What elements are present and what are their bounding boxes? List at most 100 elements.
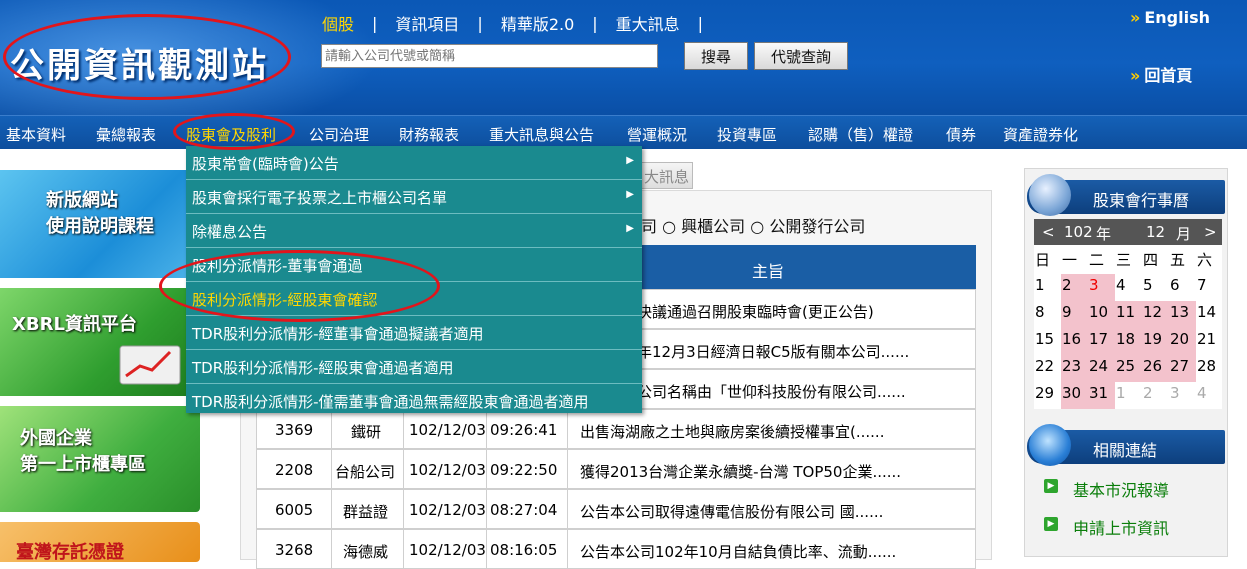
banner-foreign-line1: 外國企業 bbox=[20, 428, 92, 449]
calendar-month[interactable]: 12 bbox=[1146, 223, 1165, 241]
cell-divider bbox=[567, 450, 568, 488]
calendar-day-next-month: 2 bbox=[1143, 384, 1153, 402]
cell-company: 海德威 bbox=[343, 543, 389, 561]
calendar-day[interactable]: 3 bbox=[1088, 274, 1115, 301]
menu-item-ex-rights[interactable]: 除權息公告 ▶ bbox=[186, 214, 642, 248]
search-button[interactable]: 搜尋 bbox=[684, 42, 748, 70]
top-nav-essential[interactable]: 精華版2.0 bbox=[501, 11, 574, 35]
calendar-day-next-month: 1 bbox=[1116, 384, 1126, 402]
calendar-day: 5 bbox=[1143, 276, 1153, 294]
nav-operations[interactable]: 營運概況 bbox=[627, 124, 687, 145]
bullet-arrow-icon: ▶ bbox=[1044, 517, 1058, 531]
calendar-day[interactable]: 19 bbox=[1142, 328, 1169, 355]
cell-company: 群益證 bbox=[343, 503, 389, 521]
banner-tdr-label: 臺灣存託憑證 bbox=[16, 542, 124, 563]
banner-xbrl-platform[interactable]: XBRL資訊平台 bbox=[0, 288, 200, 396]
cell-subject[interactable]: 獲得2013台灣企業永續獎-台灣 TOP50企業...... bbox=[580, 461, 901, 482]
cell-company: 鐵研 bbox=[351, 423, 382, 441]
code-lookup-button[interactable]: 代號查詢 bbox=[754, 42, 848, 70]
calendar-year[interactable]: 102 bbox=[1064, 223, 1093, 241]
browser-e-icon bbox=[1029, 424, 1071, 466]
top-nav-major-news[interactable]: 重大訊息 bbox=[616, 11, 680, 35]
nav-securitization[interactable]: 資產證券化 bbox=[1003, 124, 1078, 145]
banner-tdr[interactable]: 臺灣存託憑證 bbox=[0, 522, 200, 563]
calendar-day[interactable]: 23 bbox=[1061, 355, 1088, 382]
calendar-day[interactable]: 17 bbox=[1088, 328, 1115, 355]
annotation-circle bbox=[173, 113, 295, 150]
cell-divider bbox=[331, 530, 332, 568]
home-link[interactable]: » 回首頁 bbox=[1130, 62, 1192, 86]
calendar-day[interactable]: 11 bbox=[1115, 301, 1142, 328]
banner-new-site-line1: 新版網站 bbox=[46, 190, 118, 211]
calendar-day[interactable]: 27 bbox=[1169, 355, 1196, 382]
calendar-day[interactable]: 24 bbox=[1088, 355, 1115, 382]
radio-label: 興櫃公司 bbox=[681, 217, 746, 236]
calendar-day[interactable]: 26 bbox=[1142, 355, 1169, 382]
cell-divider bbox=[567, 530, 568, 568]
calendar-day[interactable]: 10 bbox=[1088, 301, 1115, 328]
nav-summary-reports[interactable]: 彙總報表 bbox=[96, 124, 156, 145]
cell-divider bbox=[403, 530, 404, 568]
home-label: 回首頁 bbox=[1144, 66, 1193, 85]
radio-otc-emerging[interactable]: ○ 興櫃公司 bbox=[662, 217, 745, 236]
menu-item-evoting-list[interactable]: 股東會採行電子投票之上市櫃公司名單 ▶ bbox=[186, 180, 642, 214]
menu-item-tdr-shareholders[interactable]: TDR股利分派情形-經股東會通過者適用 bbox=[186, 350, 642, 384]
nav-major-news[interactable]: 重大訊息與公告 bbox=[489, 124, 594, 145]
separator: | bbox=[372, 13, 378, 33]
calendar-day[interactable]: 18 bbox=[1115, 328, 1142, 355]
calendar-day[interactable]: 16 bbox=[1061, 328, 1088, 355]
link-market-report[interactable]: ▶ 基本市況報導 bbox=[1034, 470, 1222, 502]
calendar-day: 1 bbox=[1035, 276, 1045, 294]
menu-item-agm-notice[interactable]: 股東常會(臨時會)公告 ▶ bbox=[186, 146, 642, 180]
submenu-arrow-icon: ▶ bbox=[626, 155, 634, 166]
menu-item-label: TDR股利分派情形-經董事會通過擬議者適用 bbox=[192, 325, 484, 343]
top-nav-stock[interactable]: 個股 bbox=[322, 11, 354, 35]
calendar-day[interactable]: 25 bbox=[1115, 355, 1142, 382]
link-label: 基本市況報導 bbox=[1073, 481, 1170, 500]
banner-new-site-course[interactable]: 新版網站 使用說明課程 bbox=[0, 170, 200, 278]
calendar-day[interactable]: 2 bbox=[1061, 274, 1088, 301]
link-label: 申請上市資訊 bbox=[1073, 519, 1170, 538]
annotation-circle bbox=[159, 250, 440, 322]
table-row[interactable]: 2208 台船公司 102/12/03 09:22:50 獲得2013台灣企業永… bbox=[256, 449, 976, 489]
radio-public[interactable]: ○ 公開發行公司 bbox=[750, 217, 865, 236]
table-row[interactable]: 3268 海德威 102/12/03 08:16:05 公告本公司102年10月… bbox=[256, 529, 976, 569]
cell-subject[interactable]: 公告本公司取得遠傳電信股份有限公司 國...... bbox=[580, 501, 883, 522]
related-links-header: 相關連結 bbox=[1027, 424, 1225, 466]
calendar-day[interactable]: 9 bbox=[1061, 301, 1088, 328]
tab-major-news[interactable]: 大訊息 bbox=[641, 162, 693, 189]
cell-subject[interactable]: 公告本公司102年10月自結負債比率、流動...... bbox=[580, 541, 896, 562]
nav-bonds[interactable]: 債券 bbox=[946, 124, 976, 145]
calendar-day[interactable]: 30 bbox=[1061, 382, 1088, 409]
banner-foreign-companies[interactable]: 外國企業 第一上市櫃專區 bbox=[0, 406, 200, 512]
nav-governance[interactable]: 公司治理 bbox=[309, 124, 369, 145]
cell-code: 3369 bbox=[275, 421, 314, 439]
cell-time: 08:16:05 bbox=[490, 541, 558, 559]
calendar-day[interactable]: 12 bbox=[1142, 301, 1169, 328]
calendar-day[interactable]: 31 bbox=[1088, 382, 1115, 409]
calendar-day[interactable]: 13 bbox=[1169, 301, 1196, 328]
link-ipo-info[interactable]: ▶ 申請上市資訊 bbox=[1034, 508, 1222, 540]
nav-warrants[interactable]: 認購（售）權證 bbox=[808, 124, 913, 145]
top-nav-info-items[interactable]: 資訊項目 bbox=[395, 11, 459, 35]
next-month-button[interactable]: > bbox=[1204, 223, 1217, 241]
nav-financial-reports[interactable]: 財務報表 bbox=[399, 124, 459, 145]
english-link[interactable]: » English bbox=[1130, 8, 1210, 27]
cell-subject: 年12月3日經濟日報C5版有關本公司...... bbox=[637, 343, 910, 361]
search-input[interactable] bbox=[321, 44, 658, 68]
calendar-day: 8 bbox=[1035, 303, 1045, 321]
cell-code: 6005 bbox=[275, 501, 314, 519]
menu-item-tdr-board-only[interactable]: TDR股利分派情形-僅需董事會通過無需經股東會通過者適用 bbox=[186, 384, 642, 413]
table-row[interactable]: 6005 群益證 102/12/03 08:27:04 公告本公司取得遠傳電信股… bbox=[256, 489, 976, 529]
prev-month-button[interactable]: < bbox=[1042, 223, 1055, 241]
nav-investment[interactable]: 投資專區 bbox=[717, 124, 777, 145]
calendar-day: 15 bbox=[1035, 330, 1055, 348]
cell-subject: 決議通過召開股東臨時會(更正公告) bbox=[637, 303, 874, 321]
calendar-day[interactable]: 20 bbox=[1169, 328, 1196, 355]
calendar-icon bbox=[1029, 174, 1071, 216]
cell-subject[interactable]: 出售海湖廠之土地與廠房案後續授權事宜(...... bbox=[580, 421, 884, 442]
nav-basic-info[interactable]: 基本資料 bbox=[6, 124, 66, 145]
table-row[interactable]: 3369 鐵研 102/12/03 09:26:41 出售海湖廠之土地與廠房案後… bbox=[256, 409, 976, 449]
menu-item-tdr-board[interactable]: TDR股利分派情形-經董事會通過擬議者適用 bbox=[186, 316, 642, 350]
calendar-day: 14 bbox=[1197, 303, 1217, 321]
